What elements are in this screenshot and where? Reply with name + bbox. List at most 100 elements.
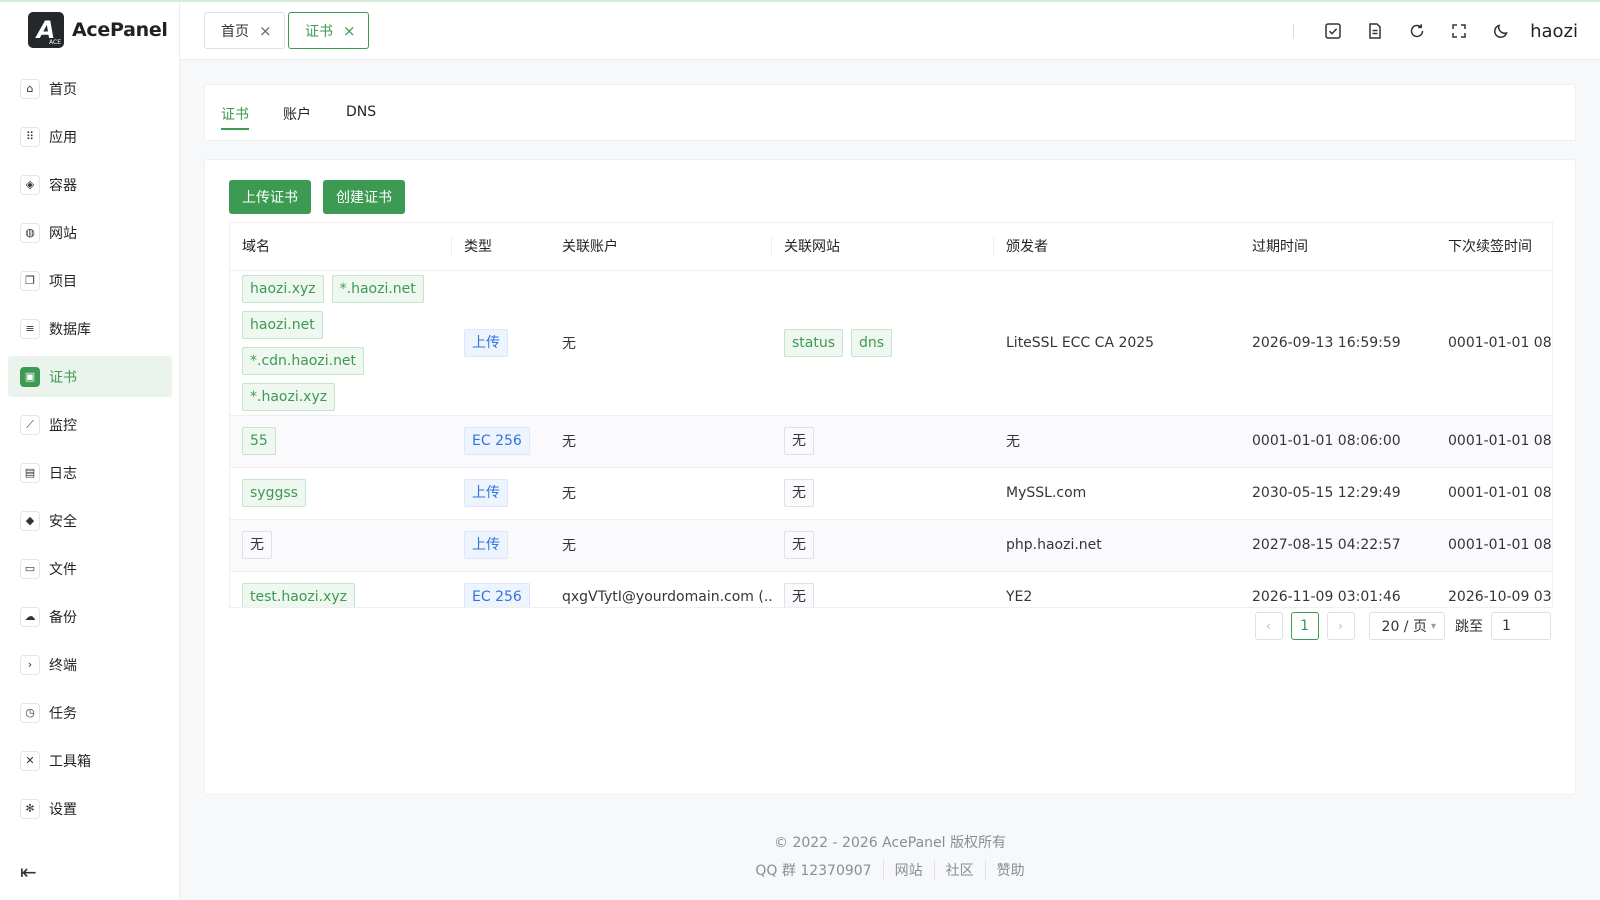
dark-mode-moon-icon[interactable] [1488,18,1514,44]
table-row[interactable]: haozi.xyz *.haozi.net haozi.net *.cdn.haozi… [230,270,1552,416]
sidebar-item-home[interactable]: ⌂ 首页 [8,68,172,109]
sidebar-item-label: 数据库 [49,321,91,338]
sidebar-item-layers[interactable]: ◈ 容器 [8,164,172,205]
domain-tags: syggss [242,475,442,511]
site-tag: 无 [784,531,814,559]
top-accent-line [0,0,1600,2]
table-row[interactable]: syggss 上传 无 无 MySSL.com 2030-05-15 12:29:49 00… [230,467,1552,520]
sidebar-menu: ⌂ 首页 ⠿ 应用 ◈ 容器 ◍ 网站 ❐ 项目 ≡ 数据库 ▣ 证书 ⟋ 监控 ▤ 日志 ◆ 安全 ▭ 文件 ☁ 备份 › 终端… [8,68,172,836]
site-cell: 无 [772,571,994,607]
site-cell: 无 [772,467,994,520]
column-header-label: 关联账户 [562,239,618,256]
community-link[interactable]: 社区 [933,860,985,880]
app-logo[interactable]: A ACE AcePanel [28,12,168,48]
sidebar-item-label: 安全 [49,513,77,530]
refresh-icon[interactable] [1404,18,1430,44]
goto-label: 跳至 [1455,619,1483,635]
column-header-label: 颁发者 [1006,239,1048,256]
issuer-text: php.haozi.net [1006,537,1102,553]
sidebar-item-terminal[interactable]: › 终端 [8,644,172,685]
issuer-cell: MySSL.com [994,467,1240,520]
next-renew-cell: 0001-01-01 08:06:00 [1436,270,1552,416]
expires-cell: 2027-08-15 04:22:57 [1240,519,1436,572]
domain-tags: 无 [242,527,442,563]
subtab-certificates[interactable]: 证书 [221,104,249,124]
expires-cell: 2030-05-15 12:29:49 [1240,467,1436,520]
table-row[interactable]: 55 EC 256 无 无 无 0001-01-01 08:06:00 0001-01-01… [230,415,1552,468]
sidebar-item-cloud-backup[interactable]: ☁ 备份 [8,596,172,637]
log-document-icon[interactable] [1362,18,1388,44]
create-certificate-button[interactable]: 创建证书 [323,180,405,214]
document-icon: ▤ [20,462,40,483]
tab-home[interactable]: 首页 × [204,12,285,49]
sidebar-item-folder-open[interactable]: ▭ 文件 [8,548,172,589]
type-tag: 上传 [464,479,508,507]
sidebar-item-folder-copy[interactable]: ❐ 项目 [8,260,172,301]
account-text: 无 [562,486,576,502]
sidebar-item-tools[interactable]: ✕ 工具箱 [8,740,172,781]
type-cell: EC 256 [452,571,550,607]
sidebar-item-globe[interactable]: ◍ 网站 [8,212,172,253]
sidebar-item-label: 备份 [49,609,77,626]
domain-cell: syggss [230,467,452,520]
issuer-text: YE2 [1006,589,1033,605]
shield-icon: ◆ [20,510,40,531]
sidebar-item-label: 文件 [49,561,77,578]
sidebar-item-document[interactable]: ▤ 日志 [8,452,172,493]
task-check-icon[interactable] [1320,18,1346,44]
sidebar-item-shield[interactable]: ◆ 安全 [8,500,172,541]
next-renew-cell: 0001-01-01 08:06:00 [1436,519,1552,572]
home-icon: ⌂ [20,78,40,99]
website-link[interactable]: 网站 [882,860,934,880]
sidebar-item-label: 容器 [49,177,77,194]
close-icon[interactable]: × [259,22,272,40]
tab-certificate[interactable]: 证书 × [288,12,369,49]
sidebar-item-label: 设置 [49,801,77,818]
expires-text: 2026-11-09 03:01:46 [1252,589,1401,605]
column-header-label: 关联网站 [784,239,840,256]
sponsor-link[interactable]: 赞助 [984,860,1036,880]
table-row[interactable]: 无 上传 无 无 php.haozi.net 2027-08-15 04:22:57 000… [230,519,1552,572]
next-renew-cell: 0001-01-01 08:06:00 [1436,467,1552,520]
domain-cell: 无 [230,519,452,572]
user-name[interactable]: haozi [1530,21,1578,42]
sidebar-item-database[interactable]: ≡ 数据库 [8,308,172,349]
subtab-dns[interactable]: DNS [346,104,376,120]
next-page-button[interactable]: › [1326,612,1355,640]
upload-certificate-button[interactable]: 上传证书 [229,180,311,214]
type-tag: EC 256 [464,583,530,607]
divider [1293,24,1295,38]
sidebar-item-label: 证书 [49,369,77,386]
domain-tag: syggss [242,479,306,507]
fullscreen-icon[interactable] [1446,18,1472,44]
certificate-table-wrapper[interactable]: 域名 类型 关联账户 关联网站 颁发者 过期时间 下次续签时间 haozi.xyz *.hao… [229,222,1553,608]
globe-icon: ◍ [20,222,40,243]
sidebar-item-label: 终端 [49,657,77,674]
sidebar-item-chart-line[interactable]: ⟋ 监控 [8,404,172,445]
tab-label: 证书 [305,23,333,40]
goto-page-input[interactable] [1491,612,1551,640]
page-size-select[interactable]: 20 / 页 ▾ [1368,612,1445,640]
certificate-icon: ▣ [20,366,40,387]
type-cell: EC 256 [452,415,550,468]
page-1-button[interactable]: 1 [1290,612,1319,640]
issuer-cell: LiteSSL ECC CA 2025 [994,270,1240,416]
domain-tag: *.haozi.net [331,274,424,303]
collapse-sidebar-icon[interactable]: ⇤ [20,860,37,884]
domain-tag: 无 [242,531,272,559]
account-cell: 无 [550,519,772,572]
subtab-accounts[interactable]: 账户 [283,104,311,124]
table-row[interactable]: test.haozi.xyz EC 256 qxgVTytI@yourdomain.… [230,571,1552,607]
close-icon[interactable]: × [343,22,356,40]
expires-cell: 2026-09-13 16:59:59 [1240,270,1436,416]
sidebar-item-certificate[interactable]: ▣ 证书 [8,356,172,397]
sidebar-item-apps-grid[interactable]: ⠿ 应用 [8,116,172,157]
qq-group-link[interactable]: QQ 群 12370907 [744,860,882,880]
sidebar-item-label: 监控 [49,417,77,434]
top-header: 首页 × 证书 × haozi [180,2,1600,60]
sidebar-item-label: 项目 [49,273,77,290]
sidebar-item-gear[interactable]: ✻ 设置 [8,788,172,829]
prev-page-button[interactable]: ‹ [1254,612,1283,640]
sidebar-item-task-clock[interactable]: ◷ 任务 [8,692,172,733]
sidebar-item-label: 网站 [49,225,77,242]
